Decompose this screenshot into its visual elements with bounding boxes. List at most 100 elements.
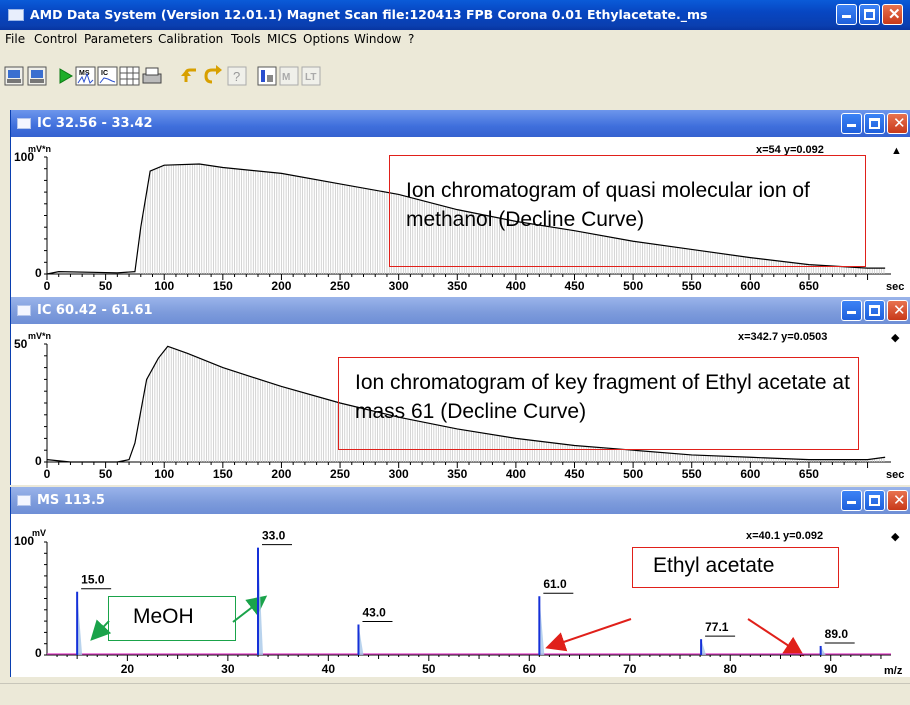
maximize-button[interactable] (859, 4, 880, 25)
run-icon[interactable] (59, 68, 73, 84)
annotation-box-meoh: MeOH (108, 596, 236, 641)
menu-window[interactable]: Window (354, 32, 401, 46)
plot-area[interactable]: 100 mV x=40.1 y=0.092 ◆ 0 m/z 20 30 40 50 60… (11, 514, 910, 677)
ic-chromatogram-icon[interactable]: IC (97, 66, 118, 86)
x-tick-label: 50 (422, 662, 436, 676)
x-tick-label: 450 (564, 279, 584, 293)
x-tick-label: 100 (154, 467, 174, 481)
table-icon[interactable] (119, 66, 140, 86)
panel-maximize-button[interactable] (864, 490, 885, 511)
x-tick-label: 550 (682, 467, 702, 481)
x-tick-label: 30 (221, 662, 235, 676)
cursor-readout: x=342.7 y=0.0503 (738, 331, 827, 343)
x-tick-label: 500 (623, 279, 643, 293)
panel-close-button[interactable]: ✕ (887, 113, 908, 134)
panel-maximize-button[interactable] (864, 113, 885, 134)
save-icon[interactable] (27, 66, 47, 86)
annotation-text-ethylacetate-ms: Ethyl acetate (653, 554, 775, 577)
y-zero-label: 0 (35, 646, 42, 660)
library-icon[interactable]: LT (301, 66, 321, 86)
window-title: AMD Data System (Version 12.01.1) Magnet… (30, 7, 708, 22)
y-max-label: 50 (14, 337, 28, 351)
x-tick-label: 70 (623, 662, 637, 676)
panel-title-bar[interactable]: IC 60.42 - 61.61 ✕ (11, 297, 910, 324)
x-tick-label: 650 (799, 467, 819, 481)
panel-title: IC 32.56 - 33.42 (37, 116, 153, 131)
cursor-marker-icon: ▲ (891, 145, 902, 157)
menu-tools[interactable]: Tools (231, 32, 261, 46)
redo-icon[interactable] (204, 65, 222, 84)
x-tick-label: 80 (724, 662, 738, 676)
cursor-marker-icon: ◆ (891, 332, 900, 344)
open-icon[interactable] (4, 66, 24, 86)
x-tick-label: 600 (740, 467, 760, 481)
panel-title-bar[interactable]: IC 32.56 - 33.42 ✕ (11, 110, 910, 137)
minimize-button[interactable] (836, 4, 857, 25)
panel-icon (17, 495, 31, 506)
panel-minimize-button[interactable] (841, 490, 862, 511)
x-tick-label: 600 (740, 279, 760, 293)
ic-icon-label: IC (101, 70, 108, 77)
panel-icon (17, 305, 31, 316)
ms-spectrum-icon[interactable]: MS (75, 66, 96, 86)
x-tick-label: 50 (99, 279, 113, 293)
x-tick-label: 0 (44, 467, 51, 481)
peak-label: 15.0 (81, 573, 105, 587)
annotation-box-ethylacetate-ms: Ethyl acetate (632, 547, 839, 588)
menu-calibration[interactable]: Calibration (158, 32, 223, 46)
x-tick-label: 550 (682, 279, 702, 293)
x-tick-label: 400 (506, 467, 526, 481)
peak-label: 89.0 (825, 627, 849, 641)
x-unit-label: m/z (884, 665, 903, 677)
x-tick-label: 200 (271, 279, 291, 293)
panel-maximize-button[interactable] (864, 300, 885, 321)
help-icon[interactable]: ? (227, 66, 247, 86)
peak-label: 33.0 (262, 529, 286, 543)
print-icon[interactable] (142, 67, 162, 84)
panel-close-button[interactable]: ✕ (887, 490, 908, 511)
panel-minimize-button[interactable] (841, 300, 862, 321)
x-tick-label: 250 (330, 467, 350, 481)
cursor-readout: x=40.1 y=0.092 (746, 530, 823, 542)
close-button[interactable]: ✕ (882, 4, 903, 25)
app-window: AMD Data System (Version 12.01.1) Magnet… (0, 0, 910, 705)
toolbar-icons: MS IC ? M LT (4, 65, 321, 86)
mark-icon[interactable]: M (279, 66, 299, 86)
svg-text:M: M (282, 72, 290, 83)
x-tick-label: 60 (523, 662, 537, 676)
x-tick-label: 250 (330, 279, 350, 293)
ethylacetate-arrow-right (747, 618, 805, 657)
panel-close-button[interactable]: ✕ (887, 300, 908, 321)
x-tick-label: 350 (447, 467, 467, 481)
x-tick-label: 20 (121, 662, 135, 676)
panel-title-bar[interactable]: MS 113.5 ✕ (11, 487, 910, 514)
status-bar (0, 683, 910, 705)
annotation-text-meoh: MeOH (133, 605, 194, 628)
title-bar[interactable]: AMD Data System (Version 12.01.1) Magnet… (0, 0, 910, 30)
menu-help[interactable]: ? (408, 32, 414, 46)
peak-label: 77.1 (705, 620, 729, 634)
menu-control[interactable]: Control (34, 32, 77, 46)
menu-parameters[interactable]: Parameters (84, 32, 153, 46)
plot-area[interactable]: 50 mV*n x=342.7 y=0.0503 ◆ 0 sec 0 50 100 1… (11, 324, 910, 485)
x-unit-label: sec (886, 281, 904, 293)
x-tick-label: 100 (154, 279, 174, 293)
menu-options[interactable]: Options (303, 32, 349, 46)
undo-icon[interactable] (181, 68, 196, 82)
annotation-text-methanol: Ion chromatogram of quasi molecular ion … (406, 179, 810, 231)
x-tick-label: 350 (447, 279, 467, 293)
menu-mics[interactable]: MICS (267, 32, 297, 46)
plot-area[interactable]: 100 mV*n x=54 y=0.092 ▲ 0 sec 0 50 100 150 2… (11, 137, 910, 297)
panel-minimize-button[interactable] (841, 113, 862, 134)
ms-icon-label: MS (79, 70, 90, 77)
x-tick-label: 0 (44, 279, 51, 293)
meoh-arrow-left (90, 619, 112, 641)
x-tick-label: 90 (824, 662, 838, 676)
view-icon[interactable] (257, 66, 277, 86)
peak-label: 43.0 (362, 605, 386, 619)
app-icon (8, 9, 24, 21)
menu-file[interactable]: File (5, 32, 25, 46)
y-unit-label: mV (32, 528, 46, 538)
x-tick-label: 650 (799, 279, 819, 293)
ethylacetate-arrow-left (545, 618, 632, 652)
